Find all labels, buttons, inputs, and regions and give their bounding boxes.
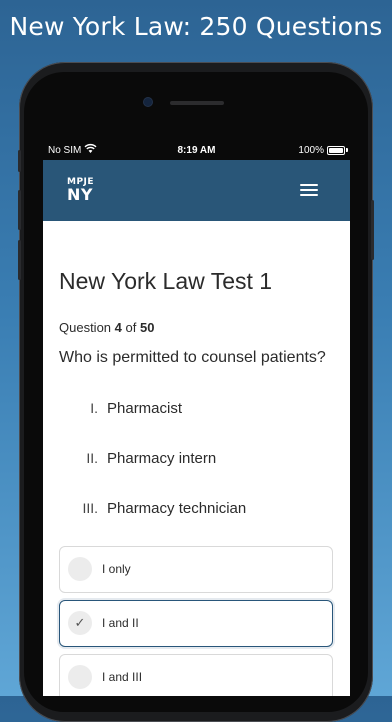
battery-percent: 100% — [298, 145, 324, 156]
app-logo[interactable]: MPJE NY — [67, 178, 94, 203]
phone-volume-down — [18, 240, 21, 280]
statement-text: Pharmacy intern — [107, 450, 217, 467]
statement-number: III. — [82, 500, 98, 516]
phone-volume-up — [18, 190, 21, 230]
check-icon: ✓ — [68, 611, 92, 635]
phone-power-button — [371, 200, 374, 260]
question-total: 50 — [140, 320, 155, 335]
statement-number: I. — [90, 400, 98, 416]
statement-item: III. Pharmacy technician — [43, 500, 350, 520]
radio-circle-icon — [68, 557, 92, 581]
phone-side-button — [18, 150, 21, 172]
status-bar: No SIM 8:19 AM 100% — [43, 142, 350, 160]
battery-icon — [327, 146, 345, 155]
hamburger-menu-icon[interactable] — [300, 182, 320, 198]
question-current: 4 — [114, 320, 122, 335]
page-title: New York Law Test 1 — [59, 268, 273, 294]
earpiece-speaker — [170, 101, 224, 105]
answer-option-c[interactable]: I and III — [59, 654, 333, 696]
question-counter: Question 4 of 50 — [59, 320, 154, 335]
radio-circle-icon — [68, 665, 92, 689]
question-of: of — [125, 320, 137, 335]
statement-item: I. Pharmacist — [43, 400, 350, 420]
statement-number: II. — [86, 450, 98, 466]
battery-tip — [346, 148, 348, 152]
navbar: MPJE NY — [43, 160, 350, 221]
answer-option-b[interactable]: ✓ I and II — [59, 600, 333, 647]
statement-text: Pharmacist — [107, 400, 183, 417]
answer-option-label: I and III — [102, 670, 143, 684]
question-label: Question — [59, 320, 112, 335]
logo-ny: NY — [67, 185, 93, 204]
promo-headline: New York Law: 250 Questions — [9, 12, 383, 41]
statement-item: II. Pharmacy intern — [43, 450, 350, 470]
answer-option-label: I only — [102, 562, 131, 576]
answer-option-label: I and II — [102, 616, 139, 630]
question-text: Who is permitted to counsel patients? — [59, 349, 326, 366]
front-camera — [144, 98, 152, 106]
app-screen: MPJE NY New York Law Test 1 Question 4 o… — [43, 160, 350, 696]
answer-option-a[interactable]: I only — [59, 546, 333, 593]
statement-text: Pharmacy technician — [107, 500, 247, 517]
